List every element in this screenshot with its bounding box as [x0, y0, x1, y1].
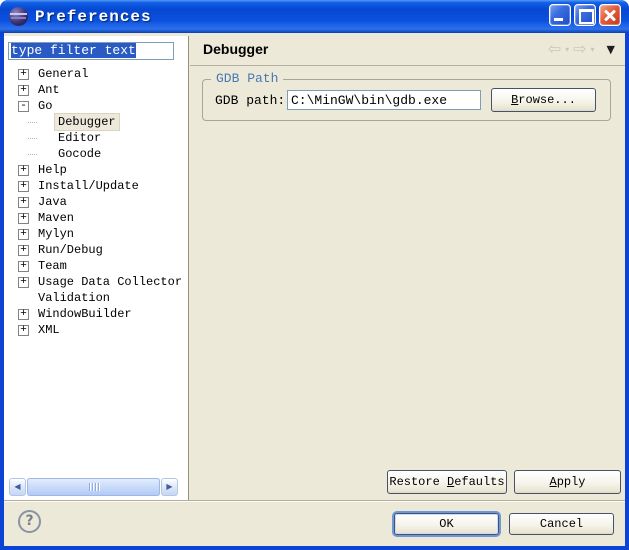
filter-input[interactable]: type filter text [8, 42, 174, 60]
tree-item-run-debug[interactable]: +Run/Debug [4, 242, 188, 258]
tree-item-debugger[interactable]: Debugger [4, 114, 188, 130]
horizontal-scrollbar[interactable]: ◀ ▶ [9, 478, 178, 496]
help-icon[interactable]: ? [18, 510, 41, 533]
close-icon[interactable] [599, 4, 621, 26]
filter-selected-text: type filter text [11, 43, 136, 58]
window-title: Preferences [35, 8, 152, 26]
tree-item-ant[interactable]: +Ant [4, 82, 188, 98]
tree-item-team[interactable]: +Team [4, 258, 188, 274]
tree-item-maven[interactable]: +Maven [4, 210, 188, 226]
maximize-icon[interactable] [574, 4, 596, 26]
dialog-body: type filter text +General +Ant -Go Debug… [4, 33, 625, 546]
apply-button[interactable]: Apply [514, 470, 621, 494]
expand-icon[interactable]: + [18, 197, 29, 208]
expand-icon[interactable]: + [18, 85, 29, 96]
back-icon[interactable]: ⇦ [548, 41, 561, 57]
gdb-path-label: GDB path: [215, 93, 285, 108]
tree-item-usage-data-collector[interactable]: +Usage Data Collector [4, 274, 188, 290]
expand-icon[interactable]: + [18, 165, 29, 176]
scroll-left-icon[interactable]: ◀ [9, 478, 26, 496]
minimize-icon[interactable] [549, 4, 571, 26]
collapse-icon[interactable]: - [18, 101, 29, 112]
view-menu-icon[interactable]: ▼ [607, 43, 615, 56]
expand-icon[interactable]: + [18, 213, 29, 224]
preferences-window: Preferences type filter text +General +A… [0, 0, 629, 550]
restore-defaults-button[interactable]: Restore Defaults [387, 470, 507, 494]
eclipse-logo-icon [9, 7, 28, 26]
forward-menu-icon[interactable]: ▾ [591, 45, 595, 54]
preference-page: Debugger ⇦ ▾ ⇨ ▾ ▼ GDB Path GDB path: Br… [190, 33, 625, 500]
expand-icon[interactable]: + [18, 181, 29, 192]
ok-button[interactable]: OK [394, 513, 499, 535]
back-menu-icon[interactable]: ▾ [565, 45, 569, 54]
browse-button[interactable]: Browse... [491, 88, 596, 112]
preferences-tree-panel: type filter text +General +Ant -Go Debug… [4, 36, 189, 500]
expand-icon[interactable]: + [18, 325, 29, 336]
group-title: GDB Path [211, 72, 283, 86]
expand-icon[interactable]: + [18, 229, 29, 240]
scrollbar-thumb[interactable] [27, 478, 160, 496]
tree-item-validation[interactable]: Validation [4, 290, 188, 306]
cancel-button[interactable]: Cancel [509, 513, 614, 535]
expand-icon[interactable]: + [18, 277, 29, 288]
page-header: Debugger ⇦ ▾ ⇨ ▾ ▼ [190, 33, 625, 66]
tree-item-general[interactable]: +General [4, 66, 188, 82]
scrollbar-track[interactable] [27, 478, 160, 496]
page-nav: ⇦ ▾ ⇨ ▾ ▼ [548, 33, 615, 65]
expand-icon[interactable]: + [18, 245, 29, 256]
page-title: Debugger [203, 33, 268, 65]
scroll-right-icon[interactable]: ▶ [161, 478, 178, 496]
expand-icon[interactable]: + [18, 261, 29, 272]
window-controls [549, 4, 621, 26]
expand-icon[interactable]: + [18, 69, 29, 80]
preferences-tree: +General +Ant -Go Debugger Editor Gocode… [4, 66, 188, 338]
tree-item-xml[interactable]: +XML [4, 322, 188, 338]
tree-item-windowbuilder[interactable]: +WindowBuilder [4, 306, 188, 322]
gdb-path-group: GDB Path GDB path: Browse... [202, 79, 611, 121]
forward-icon[interactable]: ⇨ [573, 41, 586, 57]
tree-item-mylyn[interactable]: +Mylyn [4, 226, 188, 242]
tree-item-editor[interactable]: Editor [4, 130, 188, 146]
tree-item-java[interactable]: +Java [4, 194, 188, 210]
expand-icon[interactable]: + [18, 309, 29, 320]
dialog-button-bar: ? OK Cancel [4, 502, 625, 546]
tree-item-go[interactable]: -Go [4, 98, 188, 114]
tree-item-install-update[interactable]: +Install/Update [4, 178, 188, 194]
tree-item-help[interactable]: +Help [4, 162, 188, 178]
tree-item-gocode[interactable]: Gocode [4, 146, 188, 162]
titlebar[interactable]: Preferences [0, 0, 629, 33]
gdb-path-input[interactable] [287, 90, 481, 110]
